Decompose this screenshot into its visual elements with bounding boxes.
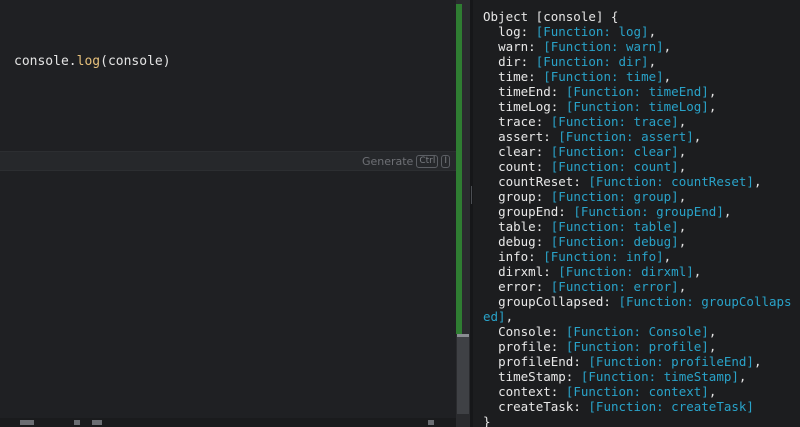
console-entry: profileEnd: [Function: profileEnd], [498, 354, 762, 369]
entry-value: [Function: trace] [550, 114, 679, 129]
entry-key: profileEnd [498, 354, 574, 369]
entry-key: log [498, 24, 521, 39]
console-entry: Console: [Function: Console], [498, 324, 717, 339]
entry-value: [Function: log] [535, 24, 649, 39]
entry-key: dirxml [498, 264, 544, 279]
entry-key: clear [498, 144, 536, 159]
entry-key: createTask [498, 399, 574, 414]
console-entry: debug: [Function: debug], [498, 234, 687, 249]
console-entry: info: [Function: info], [498, 249, 672, 264]
entry-key: timeStamp [498, 369, 566, 384]
console-entry: log: [Function: log], [498, 24, 657, 39]
entry-value: [Function: table] [550, 219, 679, 234]
entry-key: error [498, 279, 536, 294]
code-object: console [14, 54, 69, 69]
entry-value: [Function: groupEnd] [573, 204, 724, 219]
entry-key: assert [498, 129, 544, 144]
console-entry: countReset: [Function: countReset], [498, 174, 762, 189]
entry-key: context [498, 384, 551, 399]
code-editor[interactable]: console.log(console) Generate Ctrl I [0, 0, 456, 427]
object-close: } [483, 414, 491, 427]
entry-value: [Function: countReset] [588, 174, 754, 189]
console-entry: count: [Function: count], [498, 159, 687, 174]
entry-value: [Function: time] [543, 69, 664, 84]
entry-value: [Function: debug] [550, 234, 679, 249]
entry-key: trace [498, 114, 536, 129]
entry-value: [Function: dirxml] [558, 264, 694, 279]
entry-value: [Function: warn] [543, 39, 664, 54]
console-entry: context: [Function: context], [498, 384, 717, 399]
console-entry: timeLog: [Function: timeLog], [498, 99, 717, 114]
generate-label: Generate [361, 155, 414, 168]
editor-status-strip [0, 418, 456, 427]
entry-key: timeEnd [498, 84, 551, 99]
console-entry: dirxml: [Function: dirxml], [498, 264, 702, 279]
console-entry: warn: [Function: warn], [498, 39, 672, 54]
entry-key: countReset [498, 174, 574, 189]
console-entry: groupEnd: [Function: groupEnd], [498, 204, 732, 219]
i-key: I [441, 155, 450, 168]
entry-value: [Function: error] [550, 279, 679, 294]
entry-key: table [498, 219, 536, 234]
generate-hint: Generate Ctrl I [362, 153, 450, 170]
entry-key: Console [498, 324, 551, 339]
ctrl-key: Ctrl [416, 155, 439, 168]
entry-value: [Function: group] [550, 189, 679, 204]
entry-key: groupCollapsed [498, 294, 604, 309]
entry-key: count [498, 159, 536, 174]
entry-key: dir [498, 54, 521, 69]
entry-key: groupEnd [498, 204, 559, 219]
entry-value: [Function: timeEnd] [565, 84, 709, 99]
status-mark [92, 420, 102, 425]
code-line-1[interactable]: console.log(console) [14, 53, 171, 71]
editor-scrollbar[interactable] [456, 0, 470, 427]
scrollbar-thumb[interactable] [457, 336, 469, 414]
console-entry: profile: [Function: profile], [498, 339, 717, 354]
console-entry: createTask: [Function: createTask] [498, 399, 754, 414]
entry-value: [Function: context] [565, 384, 709, 399]
entry-value: [Function: profile] [565, 339, 709, 354]
entries-list: log: [Function: log], warn: [Function: w… [483, 24, 793, 414]
entry-value: [Function: info] [543, 249, 664, 264]
entry-value: [Function: Console] [565, 324, 709, 339]
code-argument: console [107, 54, 163, 69]
divider-grip-icon[interactable] [471, 186, 472, 204]
entry-value: [Function: profileEnd] [588, 354, 754, 369]
code-method: log [76, 54, 101, 69]
entry-key: group [498, 189, 536, 204]
entry-value: [Function: dir] [535, 54, 649, 69]
status-mark [20, 420, 34, 425]
console-entry: error: [Function: error], [498, 279, 687, 294]
console-entry: timeStamp: [Function: timeStamp], [498, 369, 747, 384]
console-entry: trace: [Function: trace], [498, 114, 687, 129]
scroll-position-marker [457, 334, 469, 337]
entry-key: profile [498, 339, 551, 354]
entry-value: [Function: createTask] [588, 399, 754, 414]
console-entry: clear: [Function: clear], [498, 144, 687, 159]
status-mark [74, 420, 80, 425]
console-entry: groupCollapsed: [Function: groupCollapse… [483, 294, 792, 324]
entry-value: [Function: timeLog] [565, 99, 709, 114]
change-marker [456, 4, 462, 334]
console-entry: group: [Function: group], [498, 189, 687, 204]
status-mark [428, 420, 434, 425]
entry-key: warn [498, 39, 529, 54]
console-output: Object [console] { log: [Function: log],… [483, 9, 793, 427]
active-line[interactable]: Generate Ctrl I [0, 151, 456, 171]
console-entry: time: [Function: time], [498, 69, 672, 84]
entry-value: [Function: assert] [558, 129, 694, 144]
entry-key: timeLog [498, 99, 551, 114]
entry-value: [Function: timeStamp] [580, 369, 739, 384]
entry-key: info [498, 249, 529, 264]
console-entry: timeEnd: [Function: timeEnd], [498, 84, 717, 99]
console-entry: dir: [Function: dir], [498, 54, 657, 69]
object-open: Object [console] { [483, 9, 619, 24]
entry-key: time [498, 69, 529, 84]
entry-key: debug [498, 234, 536, 249]
console-output-pane: Object [console] { log: [Function: log],… [473, 0, 800, 427]
entry-value: [Function: count] [550, 159, 679, 174]
entry-value: [Function: clear] [550, 144, 679, 159]
console-entry: table: [Function: table], [498, 219, 687, 234]
console-entry: assert: [Function: assert], [498, 129, 702, 144]
